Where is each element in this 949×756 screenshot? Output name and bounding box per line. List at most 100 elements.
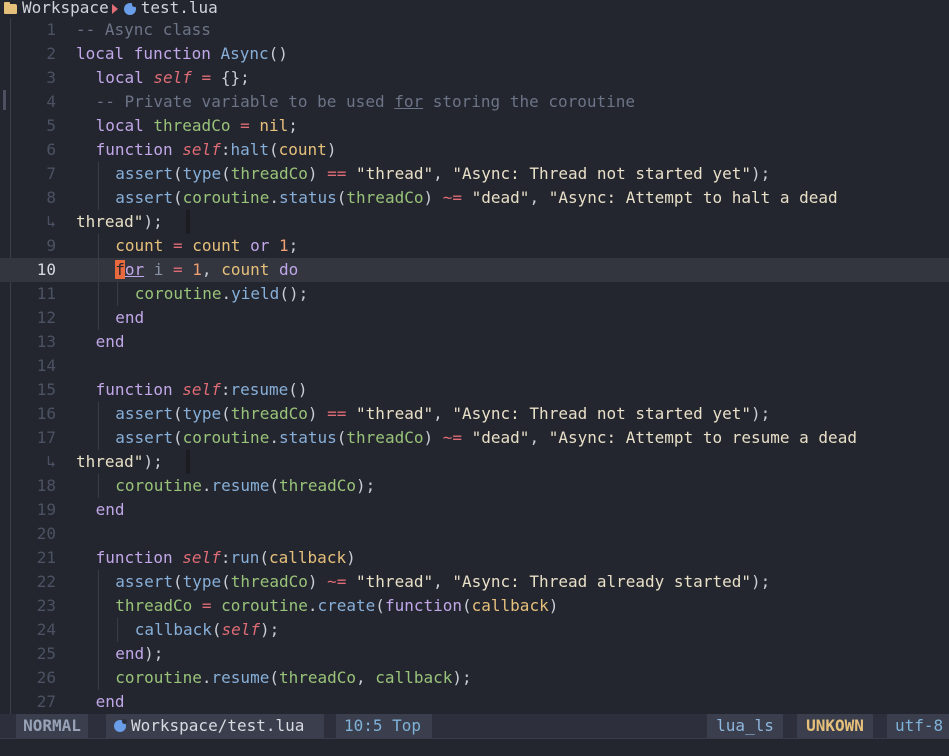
- winbar-root[interactable]: Workspace: [22, 0, 109, 16]
- code-line[interactable]: 2 local function Async(): [0, 42, 949, 66]
- indent-guide: [97, 234, 99, 258]
- code-line[interactable]: 16 assert(type(threadCo) == "thread", "As…: [0, 402, 949, 426]
- code-line[interactable]: 11 coroutine.yield();: [0, 282, 949, 306]
- indent-guide: [97, 474, 99, 498]
- code-line[interactable]: 4 -- Private variable to be used for stor…: [0, 90, 949, 114]
- code-line[interactable]: 24 callback(self);: [0, 618, 949, 642]
- code-text: function self:run(callback): [96, 546, 356, 570]
- code-token: (: [221, 572, 231, 591]
- code-token: coroutine: [221, 596, 308, 615]
- code-token: ): [307, 404, 328, 423]
- code-token: ,: [529, 188, 549, 207]
- code-token: count: [115, 236, 164, 255]
- mode-indicator: NORMAL: [16, 714, 88, 738]
- line-number: 22: [36, 572, 56, 591]
- code-token: storing the coroutine: [423, 92, 636, 111]
- code-token: end: [95, 332, 125, 351]
- code-line[interactable]: 21 function self:run(callback): [0, 546, 949, 570]
- code-token: status: [278, 188, 337, 207]
- code-text: thread");: [76, 210, 163, 234]
- code-token: "dead": [471, 428, 530, 447]
- statusline-file[interactable]: Workspace/test.lua: [106, 714, 324, 738]
- code-token: thread": [76, 452, 144, 471]
- line-number: 16: [36, 404, 56, 423]
- line-number: 3: [46, 68, 56, 87]
- code-line[interactable]: 10 for i = 1, count do: [0, 258, 949, 282]
- code-token: (): [288, 380, 308, 399]
- code-line[interactable]: 9 count = count or 1;: [0, 234, 949, 258]
- code-token: =: [192, 596, 222, 615]
- code-line[interactable]: 13 end: [0, 330, 949, 354]
- command-line[interactable]: [0, 738, 949, 756]
- indent-guide: [117, 618, 119, 642]
- code-line[interactable]: 3 local self = {};: [0, 66, 949, 90]
- code-line[interactable]: 26 coroutine.resume(threadCo, callback);: [0, 666, 949, 690]
- code-line[interactable]: 5 local threadCo = nil;: [0, 114, 949, 138]
- code-text: coroutine.resume(threadCo);: [115, 474, 375, 498]
- code-token: );: [143, 212, 163, 231]
- code-token: end: [95, 692, 125, 711]
- code-token: ,: [433, 572, 453, 591]
- code-token: ,: [356, 668, 376, 687]
- lsp-client[interactable]: lua_ls: [707, 714, 783, 738]
- code-editor[interactable]: 1 -- Async class 2 local function Async() 3 l…: [0, 18, 949, 714]
- code-token: "Async: Attempt to halt a dead: [548, 188, 838, 207]
- line-number: 6: [46, 140, 56, 159]
- code-token: .: [201, 668, 212, 687]
- line-number: 7: [46, 164, 56, 183]
- code-text: function self:resume(): [96, 378, 308, 402]
- code-line[interactable]: 14: [0, 354, 949, 378]
- code-line[interactable]: 25 end);: [0, 642, 949, 666]
- code-token: for: [394, 92, 424, 111]
- code-line[interactable]: 20: [0, 522, 949, 546]
- code-token: (: [172, 188, 183, 207]
- code-line[interactable]: 15 function self:resume(): [0, 378, 949, 402]
- code-token: resume: [211, 668, 270, 687]
- code-token: count: [278, 140, 327, 159]
- code-token: coroutine: [115, 668, 202, 687]
- code-line[interactable]: 22 assert(type(threadCo) ~= "thread", "As…: [0, 570, 949, 594]
- code-token: count: [221, 260, 270, 279]
- code-line[interactable]: 17 assert(coroutine.status(threadCo) ~= "…: [0, 426, 949, 450]
- code-line[interactable]: 7 assert(type(threadCo) == "thread", "Asy…: [0, 162, 949, 186]
- indent-guide: [97, 186, 99, 210]
- code-line[interactable]: 8 assert(coroutine.status(threadCo) ~= "d…: [0, 186, 949, 210]
- code-token: (: [269, 476, 279, 495]
- code-token: coroutine: [134, 284, 222, 303]
- code-token: type: [182, 572, 222, 591]
- code-token: local: [95, 68, 154, 87]
- wrapped-line[interactable]: ↳ thread");: [0, 210, 949, 234]
- code-token: assert: [115, 164, 173, 183]
- code-token: resume: [230, 380, 289, 399]
- code-line[interactable]: 1 -- Async class: [0, 18, 949, 42]
- code-text: assert(type(threadCo) ~= "thread", "Asyn…: [115, 570, 770, 594]
- code-token: function: [384, 596, 462, 615]
- code-token: 1: [278, 236, 289, 255]
- code-token: (: [172, 428, 183, 447]
- code-text: end: [96, 498, 125, 522]
- code-token: end: [115, 644, 145, 663]
- code-token: count: [192, 236, 241, 255]
- code-token: "thread": [356, 164, 434, 183]
- line-number: 20: [36, 524, 56, 543]
- code-line[interactable]: 27 end: [0, 690, 949, 714]
- code-line[interactable]: 23 threadCo = coroutine.create(function(c…: [0, 594, 949, 618]
- line-number: 9: [46, 236, 56, 255]
- code-token: threadCo: [230, 164, 308, 183]
- wrapped-line[interactable]: ↳ thread");: [0, 450, 949, 474]
- code-token: .: [269, 428, 279, 447]
- line-number: 4: [46, 92, 56, 111]
- code-line[interactable]: 19 end: [0, 498, 949, 522]
- code-text: assert(type(threadCo) == "thread", "Asyn…: [115, 402, 770, 426]
- code-token: callback: [134, 620, 212, 639]
- indent-guide: [97, 426, 99, 450]
- code-token: Async: [220, 44, 269, 63]
- code-line[interactable]: 6 function self:halt(count): [0, 138, 949, 162]
- code-line[interactable]: 18 coroutine.resume(threadCo);: [0, 474, 949, 498]
- winbar-file[interactable]: test.lua: [141, 0, 218, 16]
- indent-guide: [97, 162, 99, 186]
- line-number: 25: [36, 644, 56, 663]
- code-line[interactable]: 12 end: [0, 306, 949, 330]
